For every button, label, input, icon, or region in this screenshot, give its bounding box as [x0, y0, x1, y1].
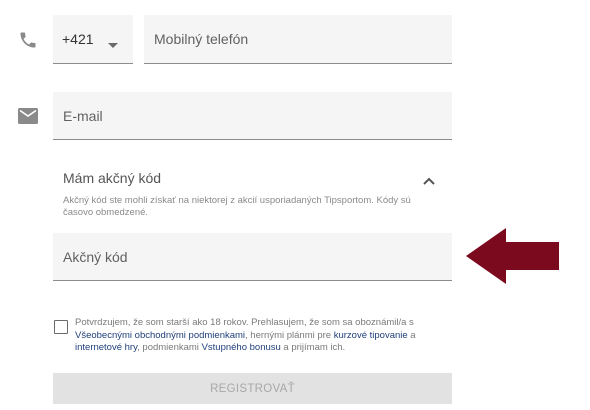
consent-text-part3: a — [407, 329, 416, 341]
phone-icon — [16, 28, 40, 52]
consent-text: Potvrdzujem, že som starší ako 18 rokov.… — [75, 317, 453, 355]
mobile-phone-input[interactable]: Mobilný telefón — [144, 15, 452, 64]
email-placeholder: E-mail — [63, 107, 103, 124]
entry-bonus-link[interactable]: Vstupného bonusu — [202, 342, 281, 353]
promo-toggle-label: Mám akčný kód — [63, 170, 162, 186]
odds-betting-link[interactable]: kurzové tipovanie — [334, 330, 408, 341]
terms-link[interactable]: Všeobecnými obchodnými podmienkami — [75, 330, 245, 341]
promo-code-placeholder: Akčný kód — [63, 248, 128, 265]
caret-down-icon — [108, 36, 118, 48]
email-input[interactable]: E-mail — [53, 92, 452, 140]
consent-text-part1: Potvrdzujem, že som starší ako 18 rokov.… — [75, 317, 414, 328]
phone-prefix-select[interactable]: +421 — [53, 15, 133, 64]
chevron-up-icon — [422, 173, 436, 185]
phone-prefix-value: +421 — [62, 31, 94, 47]
mobile-phone-placeholder: Mobilný telefón — [154, 31, 249, 47]
register-button[interactable]: REGISTROVAŤ — [53, 373, 452, 404]
promo-hint: Akčný kód ste mohli získať na niektorej … — [63, 195, 411, 218]
consent-text-part4: , podmienkami — [137, 342, 202, 353]
consent-checkbox[interactable] — [54, 320, 68, 334]
promo-code-input[interactable]: Akčný kód — [53, 233, 452, 281]
promo-code-toggle[interactable]: Mám akčný kód — [53, 166, 452, 192]
email-icon — [16, 104, 40, 128]
consent-text-part5: a prijímam ich. — [280, 342, 346, 353]
internet-games-link[interactable]: internetové hry — [75, 342, 137, 353]
consent-text-part2: , hernými plánmi pre — [245, 329, 334, 341]
left-arrow-icon — [466, 228, 560, 284]
